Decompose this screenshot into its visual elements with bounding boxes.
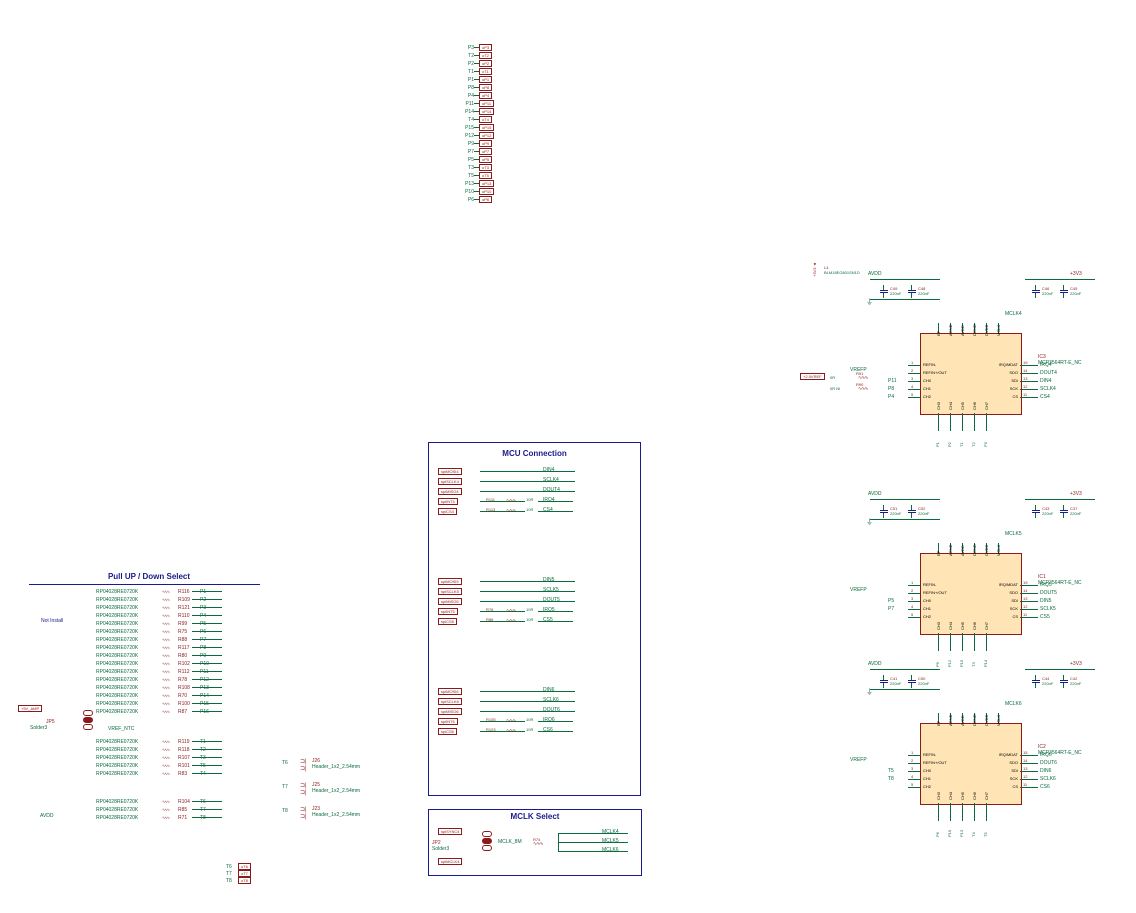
pull-block-title: Pull UP / Down Select bbox=[29, 572, 269, 581]
pull-block-title-container: Pull UP / Down Select bbox=[29, 572, 269, 584]
capacitor bbox=[908, 675, 916, 688]
top-pin-netlabel: oP7 bbox=[479, 148, 492, 155]
top-pin-netlabel: oP15 bbox=[479, 124, 494, 131]
mcu-block-title: MCU Connection bbox=[429, 449, 640, 458]
top-pin-netlabel: oP3 bbox=[479, 44, 492, 51]
top-pin-label: P4 bbox=[460, 93, 474, 99]
top-pin-netlabel: oP4 bbox=[479, 92, 492, 99]
pwr-arrow-icon: +3V3 ◄ bbox=[812, 262, 817, 277]
mclk-block-title: MCLK Select bbox=[429, 812, 641, 821]
top-pin-netlabel: oP1 bbox=[479, 76, 492, 83]
capacitor bbox=[908, 285, 916, 298]
gnd-icon: ⏚ bbox=[866, 517, 873, 527]
top-pin-netlabel: oP5 bbox=[479, 156, 492, 163]
top-pin-netlabel: oP14 bbox=[479, 108, 494, 115]
top-pin-label: T1 bbox=[460, 69, 474, 75]
top-pin-label: T4 bbox=[460, 117, 474, 123]
top-pin-label: T2 bbox=[460, 53, 474, 59]
capacitor bbox=[880, 285, 888, 298]
top-pin-label: P11 bbox=[460, 101, 474, 107]
top-pin-label: P3 bbox=[460, 45, 474, 51]
capacitor bbox=[1060, 285, 1068, 298]
top-pin-netlabel: oT4 bbox=[479, 116, 492, 123]
top-pin-label: T3 bbox=[460, 165, 474, 171]
header-conn-icon: ⊐|⊐| bbox=[300, 806, 307, 820]
capacitor bbox=[1060, 505, 1068, 518]
top-pin-label: P6 bbox=[460, 197, 474, 203]
top-pin-label: P13 bbox=[460, 181, 474, 187]
capacitor bbox=[1060, 675, 1068, 688]
top-pin-label: P15 bbox=[460, 125, 474, 131]
top-pin-label: P9 bbox=[460, 141, 474, 147]
top-pin-label: P12 bbox=[460, 133, 474, 139]
top-pin-label: P10 bbox=[460, 189, 474, 195]
top-pin-netlabel: oP2 bbox=[479, 60, 492, 67]
top-pin-netlabel: oP12 bbox=[479, 132, 494, 139]
top-pin-netlabel: oT1 bbox=[479, 68, 492, 75]
capacitor bbox=[880, 675, 888, 688]
top-pin-label: P5 bbox=[460, 157, 474, 163]
gnd-icon: ⏚ bbox=[866, 687, 873, 697]
top-pin-netlabel: oP11 bbox=[479, 100, 494, 107]
mcu-block: MCU Connection bbox=[428, 442, 641, 796]
pull-block-line bbox=[29, 584, 260, 585]
top-pin-label: P7 bbox=[460, 149, 474, 155]
capacitor bbox=[880, 505, 888, 518]
capacitor bbox=[908, 505, 916, 518]
capacitor bbox=[1032, 675, 1040, 688]
top-pin-netlabel: oP8 bbox=[479, 84, 492, 91]
top-pin-netlabel: oT2 bbox=[479, 52, 492, 59]
top-pin-netlabel: oP13 bbox=[479, 180, 494, 187]
top-pin-netlabel: oP9 bbox=[479, 140, 492, 147]
top-pin-label: T5 bbox=[460, 173, 474, 179]
header-conn-icon: ⊐|⊐| bbox=[300, 782, 307, 796]
gnd-icon: ⏚ bbox=[866, 297, 873, 307]
top-pin-label: P14 bbox=[460, 109, 474, 115]
top-pin-netlabel: oT5 bbox=[479, 172, 492, 179]
capacitor bbox=[1032, 285, 1040, 298]
top-pin-label: P8 bbox=[460, 85, 474, 91]
top-pin-netlabel: oP6 bbox=[479, 196, 492, 203]
top-pin-netlabel: oP10 bbox=[479, 188, 494, 195]
top-pin-label: P2 bbox=[460, 61, 474, 67]
capacitor bbox=[1032, 505, 1040, 518]
top-pin-label: P1 bbox=[460, 77, 474, 83]
top-pin-netlabel: oT3 bbox=[479, 164, 492, 171]
header-conn-icon: ⊐|⊐| bbox=[300, 758, 307, 772]
